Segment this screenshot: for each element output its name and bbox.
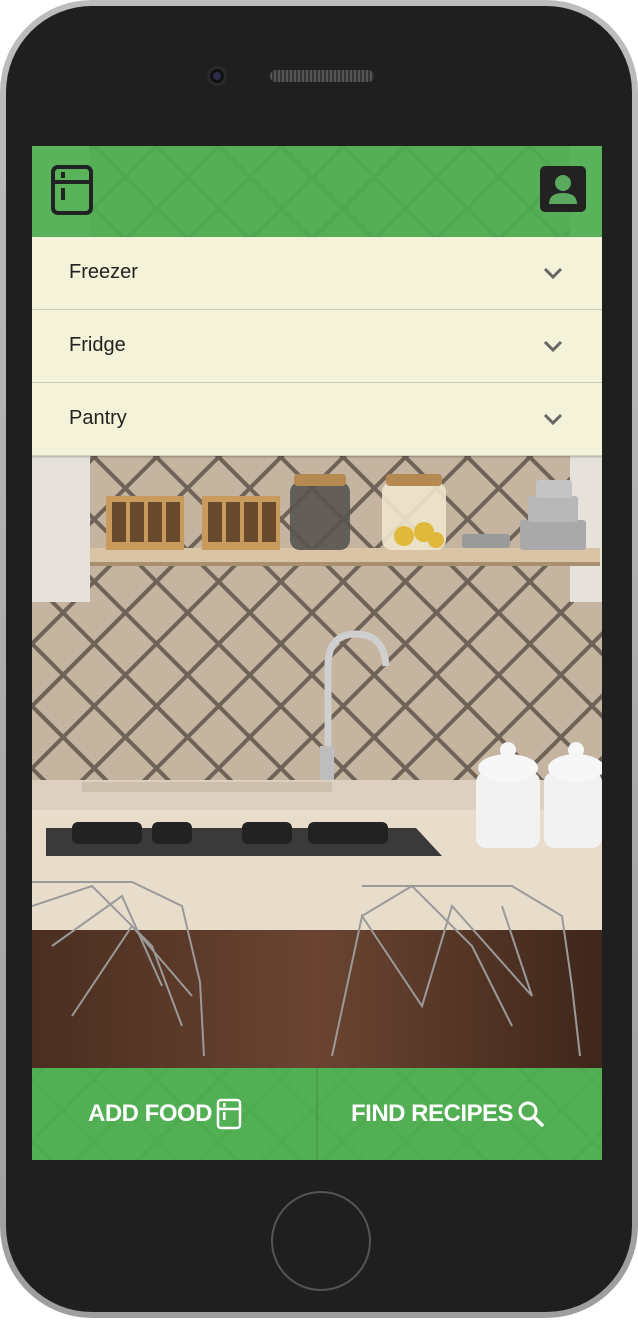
panel-label: Pantry	[69, 407, 127, 429]
panel-label: Freezer	[69, 261, 138, 283]
panel-pantry[interactable]: Pantry	[32, 383, 602, 456]
add-food-label: ADD FOOD	[88, 1100, 213, 1127]
chevron-down-icon[interactable]	[542, 263, 564, 283]
chevron-down-icon[interactable]	[542, 336, 564, 356]
front-camera	[207, 66, 227, 86]
chevron-down-icon[interactable]	[542, 409, 564, 429]
add-food-button[interactable]: ADD FOOD	[88, 1096, 242, 1132]
bottom-action-bar: ADD FOOD FIND RECIPES	[32, 1068, 602, 1160]
panel-fridge[interactable]: Fridge	[32, 310, 602, 383]
app-screen: Freezer Fridge Pantry ADD FOOD FIND RECI…	[32, 146, 602, 1160]
top-app-bar	[32, 146, 602, 237]
fridge-icon[interactable]	[50, 164, 94, 216]
find-recipes-label: FIND RECIPES	[351, 1100, 514, 1127]
action-divider	[316, 1068, 318, 1160]
search-icon	[518, 1101, 544, 1127]
panel-freezer[interactable]: Freezer	[32, 237, 602, 310]
storage-panel-list: Freezer Fridge Pantry	[32, 237, 602, 456]
panel-label: Fridge	[69, 334, 126, 356]
home-button[interactable]	[271, 1191, 371, 1291]
find-recipes-button[interactable]: FIND RECIPES	[351, 1096, 545, 1132]
earpiece-speaker	[270, 70, 374, 82]
fridge-icon	[216, 1098, 242, 1130]
account-box-icon[interactable]	[540, 166, 588, 212]
